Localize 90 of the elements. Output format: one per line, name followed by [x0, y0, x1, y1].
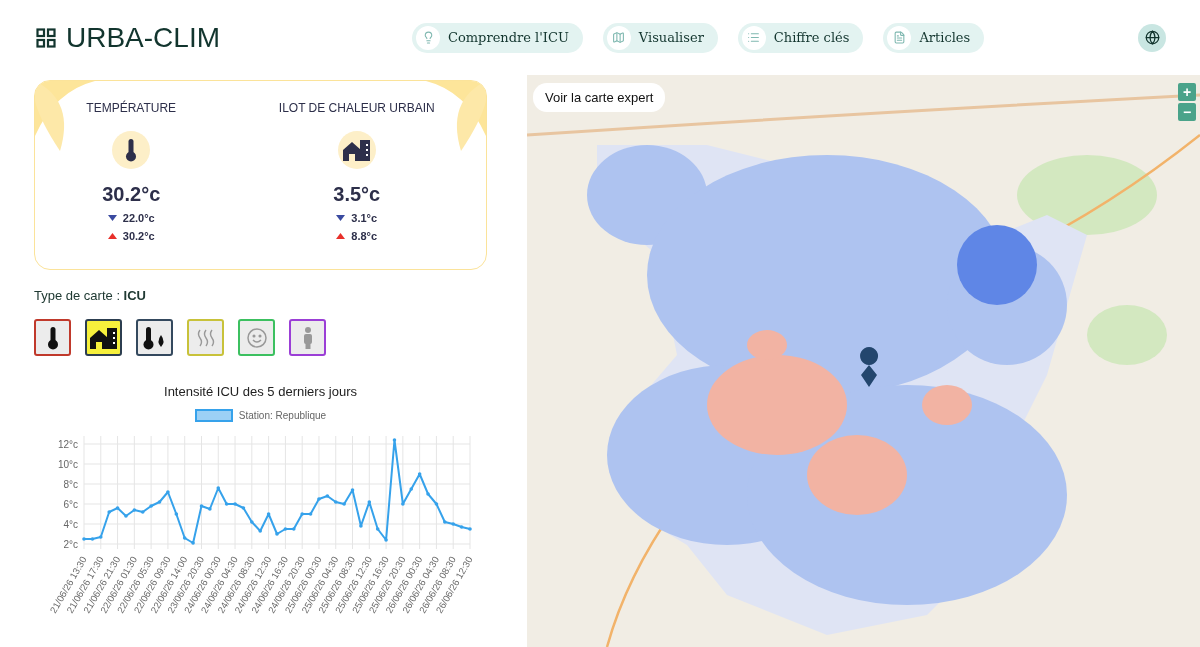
data-point — [375, 527, 379, 531]
nav-button[interactable]: Visualiser — [602, 22, 718, 53]
list-icon — [747, 31, 761, 44]
stat-title: TEMPÉRATURE — [86, 101, 177, 115]
data-point — [266, 512, 270, 516]
chart-title: Intensité ICU des 5 derniers jours — [164, 384, 357, 399]
y-tick-label: 12°c — [57, 439, 78, 450]
y-tick-label: 8°c — [62, 479, 78, 490]
data-point — [291, 527, 296, 531]
grid-icon — [36, 27, 56, 48]
map-type-button[interactable] — [34, 319, 71, 356]
data-point — [148, 504, 153, 508]
legend-label: Station: Republique — [238, 410, 327, 421]
data-point — [299, 512, 304, 516]
data-point — [241, 506, 245, 510]
down-triangle-icon — [336, 215, 346, 221]
data-point — [123, 514, 128, 518]
nav-button[interactable]: Chiffre clés — [737, 22, 864, 53]
data-point — [308, 512, 312, 516]
data-point — [115, 506, 119, 510]
data-point — [442, 520, 447, 524]
data-point — [459, 525, 463, 529]
data-point — [467, 527, 472, 531]
down-triangle-icon — [107, 215, 117, 221]
language-button[interactable] — [1138, 23, 1166, 52]
stat-value: 3.5°c — [333, 183, 381, 206]
max-value: 8.8°c — [351, 230, 378, 242]
y-tick-label: 6°c — [62, 499, 78, 510]
globe-icon — [1144, 30, 1160, 45]
person-icon — [301, 325, 314, 350]
smiley-icon — [245, 326, 268, 349]
y-tick-label: 2°c — [62, 539, 78, 550]
data-point — [341, 502, 346, 506]
up-triangle-icon — [107, 233, 117, 239]
document-icon — [892, 31, 906, 44]
map-type-label: Type de carte : ICU — [34, 288, 147, 303]
data-point — [182, 536, 186, 540]
data-point — [249, 520, 254, 524]
data-point — [333, 500, 338, 504]
data-point — [174, 512, 178, 516]
data-point — [350, 488, 354, 492]
thermometer-icon — [125, 138, 138, 162]
nav-button[interactable]: Articles — [883, 22, 985, 53]
thermometer-icon — [46, 325, 59, 350]
data-point — [257, 529, 262, 533]
data-point — [215, 486, 220, 490]
expert-map-button[interactable]: Voir la carte expert — [533, 83, 666, 112]
data-point — [383, 538, 388, 542]
data-point — [81, 537, 86, 541]
data-point — [98, 535, 103, 539]
data-point — [434, 502, 438, 506]
data-point — [450, 522, 455, 526]
map-type-button[interactable] — [85, 319, 122, 356]
data-point — [232, 502, 237, 506]
data-point — [106, 510, 111, 514]
building-icon — [341, 138, 372, 162]
y-tick-label: 4°c — [62, 519, 78, 530]
data-point — [367, 500, 371, 504]
data-point — [358, 524, 363, 528]
data-point — [157, 500, 161, 504]
legend-swatch — [194, 409, 233, 422]
data-point — [90, 537, 94, 541]
data-point — [274, 532, 279, 536]
data-point — [325, 494, 329, 498]
data-point — [283, 527, 287, 531]
min-value: 3.1°c — [351, 212, 378, 224]
stat-value: 30.2°c — [102, 183, 161, 206]
min-value: 22.0°c — [122, 212, 155, 224]
y-tick-label: 10°c — [57, 459, 78, 470]
data-point — [140, 510, 145, 514]
data-point — [207, 507, 212, 511]
map-icon — [612, 31, 626, 44]
up-triangle-icon — [336, 233, 346, 239]
logo-text: URBA-CLIM — [66, 21, 220, 54]
data-point — [417, 472, 421, 476]
building-icon — [88, 325, 119, 350]
data-point — [132, 508, 136, 512]
map-type-button[interactable] — [136, 319, 173, 356]
nav-button[interactable]: Comprendre l'ICU — [412, 22, 583, 53]
data-point — [425, 492, 430, 496]
data-point — [400, 502, 405, 506]
max-value: 30.2°c — [122, 230, 155, 242]
stat-title: ILOT DE CHALEUR URBAIN — [278, 101, 435, 115]
data-point — [190, 541, 195, 545]
data-point — [199, 504, 203, 508]
data-point — [392, 438, 396, 442]
data-point — [408, 487, 413, 491]
data-point — [224, 502, 228, 506]
data-point — [165, 490, 170, 494]
data-point — [316, 497, 321, 501]
